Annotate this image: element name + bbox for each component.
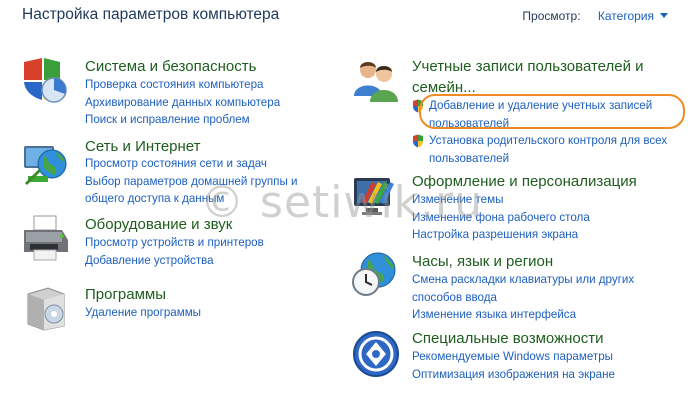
link-parental-controls-text: Установка родительского контроля для все…	[429, 134, 668, 147]
category-clock-links: Смена раскладки клавиатуры или других сп…	[412, 271, 634, 324]
link-recommended-settings[interactable]: Рекомендуемые Windows параметры	[412, 348, 615, 366]
category-access-links: Рекомендуемые Windows параметры Оптимиза…	[412, 348, 615, 383]
link-keyboard-layout[interactable]: Смена раскладки клавиатуры или других	[412, 271, 634, 289]
chevron-down-icon	[660, 13, 668, 18]
clock-globe-icon[interactable]	[350, 250, 398, 298]
programs-icon[interactable]	[24, 284, 72, 332]
printer-icon[interactable]	[22, 214, 70, 262]
highlight-outline	[419, 94, 685, 129]
network-globe-icon[interactable]	[22, 140, 70, 188]
category-network-title[interactable]: Сеть и Интернет	[85, 138, 201, 156]
category-programs-title[interactable]: Программы	[85, 286, 166, 304]
link-network-status[interactable]: Просмотр состояния сети и задач	[85, 155, 297, 173]
view-by: Просмотр: Категория	[522, 9, 668, 23]
category-hardware-links: Просмотр устройств и принтеров Добавлени…	[85, 234, 264, 269]
category-users-title-line1: Учетные записи пользователей и	[412, 58, 644, 75]
view-by-value: Категория	[597, 9, 654, 23]
link-optimize-display[interactable]: Оптимизация изображения на экране	[412, 366, 615, 384]
link-uninstall-program[interactable]: Удаление программы	[85, 304, 201, 322]
link-troubleshoot[interactable]: Поиск и исправление проблем	[85, 111, 280, 129]
category-system-links: Проверка состояния компьютера Архивирова…	[85, 76, 280, 129]
category-users-title[interactable]: Учетные записи пользователей и семейн...	[412, 58, 644, 97]
view-by-dropdown[interactable]: Категория	[598, 9, 668, 23]
link-parental-controls-cont[interactable]: пользователей	[412, 150, 667, 168]
accessibility-icon[interactable]	[352, 330, 400, 378]
link-keyboard-layout-cont[interactable]: способов ввода	[412, 289, 634, 307]
category-clock-title[interactable]: Часы, язык и регион	[412, 253, 553, 271]
link-backup-computer[interactable]: Архивирование данных компьютера	[85, 94, 280, 112]
category-access-title[interactable]: Специальные возможности	[412, 330, 604, 348]
shield-security-icon[interactable]	[20, 56, 68, 104]
link-screen-resolution[interactable]: Настройка разрешения экрана	[412, 226, 590, 244]
category-system-title[interactable]: Система и безопасность	[85, 58, 256, 76]
link-devices-printers[interactable]: Просмотр устройств и принтеров	[85, 234, 264, 252]
link-parental-controls[interactable]: Установка родительского контроля для все…	[412, 132, 667, 150]
user-accounts-icon[interactable]	[352, 56, 400, 104]
link-add-device[interactable]: Добавление устройства	[85, 252, 264, 270]
view-by-label: Просмотр:	[522, 9, 581, 23]
watermark: © setiwik.ru	[200, 177, 484, 228]
category-programs-links: Удаление программы	[85, 304, 201, 322]
link-interface-language[interactable]: Изменение языка интерфейса	[412, 306, 634, 324]
page-title: Настройка параметров компьютера	[22, 6, 280, 23]
uac-shield-icon	[413, 134, 423, 148]
link-check-computer-status[interactable]: Проверка состояния компьютера	[85, 76, 280, 94]
